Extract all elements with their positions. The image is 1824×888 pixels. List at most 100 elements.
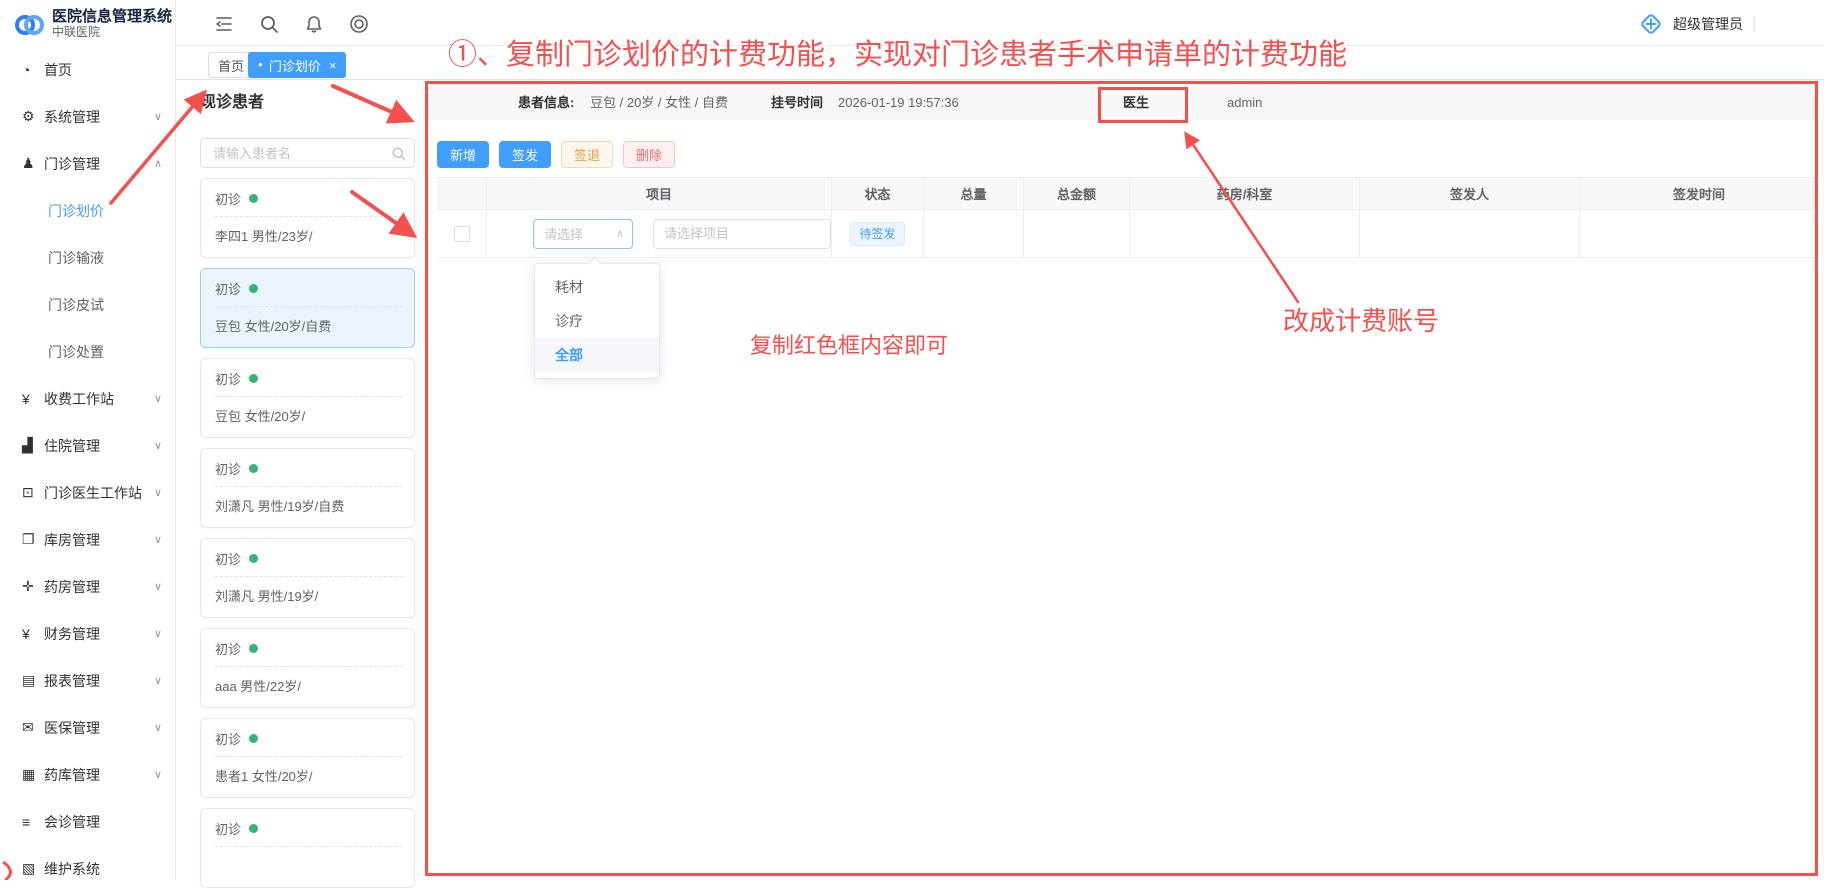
patient-search-icon[interactable] xyxy=(391,146,406,161)
item-type-select[interactable]: 请选择 ∧ xyxy=(533,219,633,249)
issue-button[interactable]: 签发 xyxy=(499,141,551,168)
search-icon[interactable] xyxy=(259,14,279,34)
patient-card[interactable]: 初诊 刘潇凡 男性/19岁/自费 xyxy=(200,448,415,528)
patient-card[interactable]: 初诊 豆包 女性/20岁/自费 xyxy=(200,268,415,348)
tab-close-icon[interactable]: × xyxy=(329,58,337,73)
patient-card[interactable]: 初诊 豆包 女性/20岁/ xyxy=(200,358,415,438)
chevron-icon: ∨ xyxy=(154,486,162,499)
chevron-icon: ∨ xyxy=(154,768,162,781)
patient-card[interactable]: 初诊 xyxy=(200,808,415,888)
registration-time-value: 2026-01-19 19:57:36 xyxy=(838,85,959,120)
pharmacy-icon[interactable]: ✛ 药房管理 ∨ xyxy=(0,563,175,610)
user-badge-cross-icon xyxy=(1638,11,1664,37)
patient-info-label: aaa 男性/22岁/ xyxy=(215,676,402,695)
arrow-to-info-bar xyxy=(333,86,410,120)
item-name-input[interactable] xyxy=(653,219,831,249)
sidebar-item-icon: ¥ xyxy=(22,626,44,642)
delete-button[interactable]: 删除 xyxy=(623,141,675,168)
patient-info-bar: 患者信息: 豆包 / 20岁 / 女性 / 自费 挂号时间 2026-01-19… xyxy=(428,85,1816,120)
visit-type-label: 初诊 xyxy=(215,459,241,478)
monitor-icon[interactable]: ⊡ 门诊医生工作站 ∨ xyxy=(0,469,175,516)
card-divider xyxy=(215,486,402,487)
status-dot xyxy=(249,284,258,293)
sidebar-item-icon: ❐ xyxy=(22,531,44,548)
sidebar-item-icon: ✉ xyxy=(22,719,44,736)
sidebar-item-label: 报表管理 xyxy=(44,671,100,691)
card-divider xyxy=(215,666,402,667)
tab-home-label: 首页 xyxy=(218,56,244,75)
patient-info-label: 患者信息: xyxy=(518,85,574,120)
table-header-cell: 药房/科室 xyxy=(1130,178,1360,209)
maintenance-icon[interactable]: ▧ 维护系统 xyxy=(0,845,175,880)
sidebar-item-icon: ♟ xyxy=(22,155,44,172)
user-divider: | xyxy=(1752,15,1756,33)
finance-yen-icon[interactable]: ¥ 财务管理 ∨ xyxy=(0,610,175,657)
header-icons xyxy=(214,12,369,36)
sidebar-item-icon: ✛ xyxy=(22,578,44,595)
app-logo: 医院信息管理系统 中联医院 xyxy=(14,8,174,46)
chevron-icon: ∨ xyxy=(154,439,162,452)
collapse-menu-icon[interactable] xyxy=(214,14,234,34)
sidebar-item-label: 系统管理 xyxy=(44,107,100,127)
dropdown-option[interactable]: 全部 xyxy=(535,338,659,372)
status-dot xyxy=(249,464,258,473)
chevron-up-icon: ∧ xyxy=(616,227,624,240)
patient-info-label: 刘潇凡 男性/19岁/ xyxy=(215,586,402,605)
patient-card[interactable]: 初诊 患者1 女性/20岁/ xyxy=(200,718,415,798)
sidebar-divider xyxy=(175,0,176,880)
insurance-mail-icon[interactable]: ✉ 医保管理 ∨ xyxy=(0,704,175,751)
sidebar-item-icon: ¥ xyxy=(22,391,44,407)
visit-type-label: 初诊 xyxy=(215,639,241,658)
chevron-icon: ∨ xyxy=(154,392,162,405)
tab-outpatient-pricing-label: 门诊划价 xyxy=(269,56,321,75)
patient-info-label: 刘潇凡 男性/19岁/自费 xyxy=(215,496,402,515)
chevron-icon: ∧ xyxy=(154,157,162,170)
user-role-label: 超级管理员 xyxy=(1673,14,1743,34)
patient-card[interactable]: 初诊 aaa 男性/22岁/ xyxy=(200,628,415,708)
sidebar-item-icon: ▧ xyxy=(22,860,44,877)
status-dot xyxy=(249,554,258,563)
sidebar-item-label: 会诊管理 xyxy=(44,812,100,832)
sidebar-item-icon: ⊡ xyxy=(22,484,44,501)
sidebar-item[interactable]: 门诊处置 xyxy=(0,328,175,375)
consultation-list-icon[interactable]: ≡ 会诊管理 xyxy=(0,798,175,845)
row-checkbox[interactable] xyxy=(454,226,470,242)
sidebar-item[interactable]: 门诊皮试 xyxy=(0,281,175,328)
drug-store-icon[interactable]: ▦ 药库管理 ∨ xyxy=(0,751,175,798)
yen-icon[interactable]: ¥ 收费工作站 ∨ xyxy=(0,375,175,422)
sidebar-item-icon: ▦ xyxy=(22,766,44,783)
cell-issue-time xyxy=(1580,210,1818,257)
patient-card[interactable]: 初诊 刘潇凡 男性/19岁/ xyxy=(200,538,415,618)
add-button[interactable]: 新增 xyxy=(437,141,489,168)
sidebar-item-label: 财务管理 xyxy=(44,624,100,644)
annotation-copy-note: 复制红色框内容即可 xyxy=(750,328,948,360)
bar-chart-icon[interactable]: ▟ 住院管理 ∨ xyxy=(0,422,175,469)
patient-search-input[interactable] xyxy=(211,145,391,162)
card-divider xyxy=(215,306,402,307)
patient-info-label: 李四1 男性/23岁/ xyxy=(215,226,402,245)
dropdown-option[interactable]: 耗材 xyxy=(535,270,659,304)
sidebar-item[interactable]: 门诊划价 xyxy=(0,187,175,234)
dropdown-option[interactable]: 诊疗 xyxy=(535,304,659,338)
outpatient-users-icon[interactable]: ♟ 门诊管理 ∧ xyxy=(0,140,175,187)
retract-button[interactable]: 签退 xyxy=(561,141,613,168)
bell-icon[interactable] xyxy=(304,14,324,34)
theme-settings-icon[interactable] xyxy=(349,14,369,34)
annotation-account-note: 改成计费账号 xyxy=(1283,301,1439,338)
sidebar-item-label: 门诊输液 xyxy=(48,248,104,268)
table-header-cell xyxy=(437,178,487,209)
patient-card-list: 初诊 李四1 男性/23岁/ 初诊 豆包 女性/20岁/自费 初诊 豆包 女性/… xyxy=(200,178,415,880)
gear-icon[interactable]: ⚙ 系统管理 ∨ xyxy=(0,93,175,140)
patient-card[interactable]: 初诊 李四1 男性/23岁/ xyxy=(200,178,415,258)
cell-issuer xyxy=(1360,210,1580,257)
table-header-cell: 总量 xyxy=(924,178,1024,209)
table-header-cell: 签发人 xyxy=(1360,178,1580,209)
dashboard-icon[interactable]: ◔ 首页 xyxy=(0,46,175,93)
user-menu[interactable]: 超级管理员 | xyxy=(1638,10,1756,38)
chevron-icon: ∨ xyxy=(154,580,162,593)
report-icon[interactable]: ▤ 报表管理 ∨ xyxy=(0,657,175,704)
tab-outpatient-pricing[interactable]: ● 门诊划价 × xyxy=(248,52,346,78)
sidebar-item[interactable]: 门诊输液 xyxy=(0,234,175,281)
chevron-icon: ∨ xyxy=(154,721,162,734)
warehouse-icon[interactable]: ❐ 库房管理 ∨ xyxy=(0,516,175,563)
